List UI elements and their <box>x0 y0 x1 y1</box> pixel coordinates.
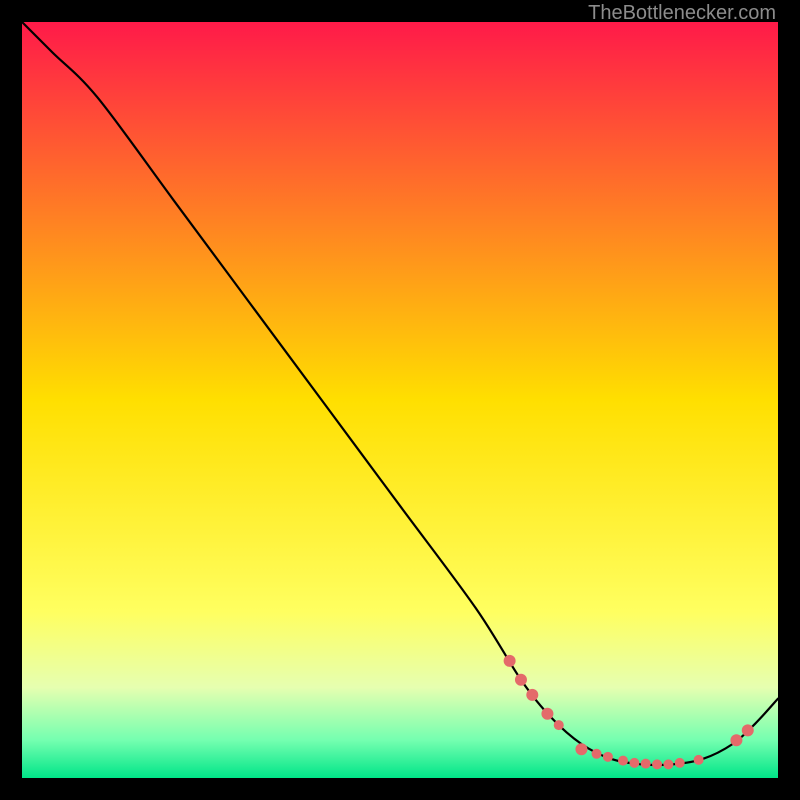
data-marker <box>694 755 704 765</box>
data-marker <box>675 758 685 768</box>
data-marker <box>515 674 527 686</box>
data-marker <box>603 752 613 762</box>
chart-svg <box>22 22 778 778</box>
data-marker <box>554 720 564 730</box>
data-marker <box>618 756 628 766</box>
data-marker <box>504 655 516 667</box>
data-marker <box>541 708 553 720</box>
data-marker <box>575 743 587 755</box>
chart-area <box>22 22 778 778</box>
data-marker <box>663 759 673 769</box>
data-marker <box>742 724 754 736</box>
data-marker <box>730 734 742 746</box>
data-marker <box>652 759 662 769</box>
data-marker <box>526 689 538 701</box>
data-marker <box>592 749 602 759</box>
data-marker <box>641 759 651 769</box>
data-marker <box>629 758 639 768</box>
gradient-background <box>22 22 778 778</box>
